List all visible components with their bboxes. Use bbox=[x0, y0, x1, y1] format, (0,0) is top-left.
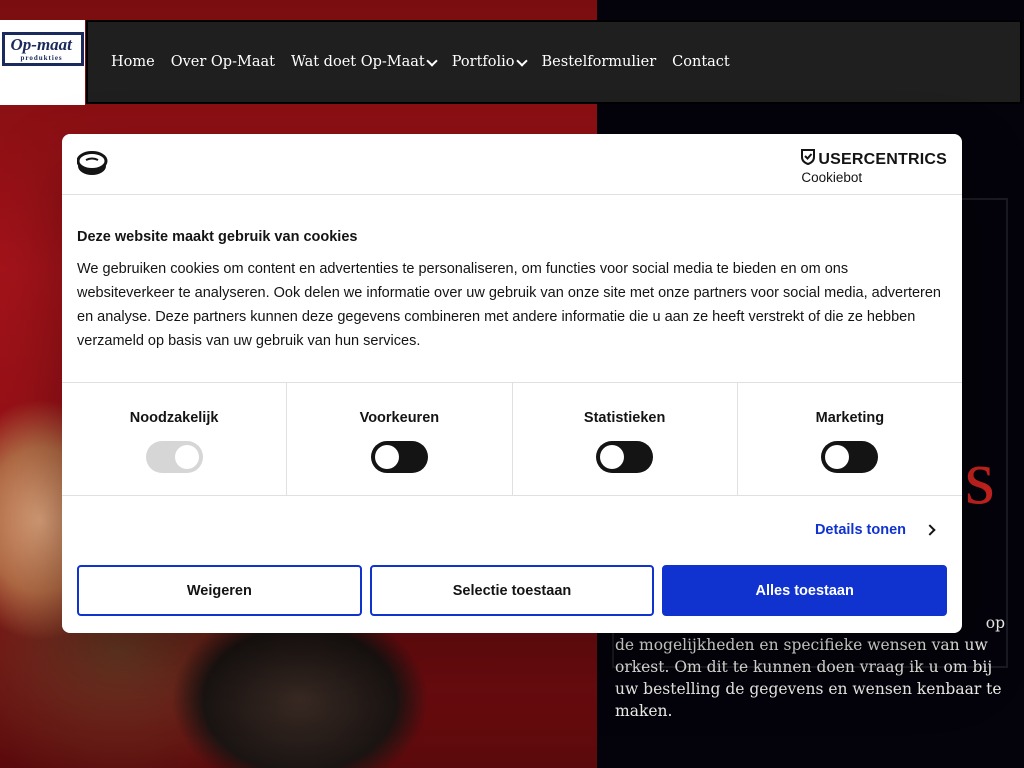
chevron-right-icon bbox=[924, 524, 936, 536]
nav-over-label: Over Op-Maat bbox=[170, 54, 275, 70]
dialog-actions: Weigeren Selectie toestaan Alles toestaa… bbox=[62, 565, 962, 616]
toggle-knob bbox=[600, 445, 625, 469]
brand-name: USERCENTRICS bbox=[818, 150, 947, 168]
category-label: Noodzakelijk bbox=[129, 410, 219, 426]
toggle-noodzakelijk bbox=[145, 441, 203, 473]
dialog-title: Deze website maakt gebruik van cookies bbox=[77, 229, 358, 245]
consent-categories: Noodzakelijk Voorkeuren Statistieken Mar… bbox=[62, 383, 962, 496]
details-label: Details tonen bbox=[814, 522, 906, 538]
cookie-icon bbox=[76, 151, 109, 182]
usercentrics-logo[interactable]: USERCENTRICS Cookiebot bbox=[801, 149, 947, 185]
nav-contact[interactable]: Contact bbox=[672, 54, 730, 70]
category-marketing: Marketing bbox=[738, 383, 962, 495]
logo-mark: Op-maat produkties bbox=[1, 32, 84, 66]
allow-selection-button[interactable]: Selectie toestaan bbox=[369, 565, 655, 616]
category-noodzakelijk: Noodzakelijk bbox=[62, 383, 288, 495]
logo-text: Op-maat bbox=[10, 35, 72, 54]
toggle-knob bbox=[825, 445, 850, 469]
nav-bestelformulier-label: Bestelformulier bbox=[541, 54, 657, 70]
nav-portfolio-label: Portfolio bbox=[451, 54, 515, 70]
dialog-description: We gebruiken cookies om content en adver… bbox=[77, 261, 941, 349]
toggle-knob bbox=[374, 445, 399, 469]
category-voorkeuren: Voorkeuren bbox=[287, 383, 513, 495]
toggle-voorkeuren[interactable] bbox=[370, 441, 428, 473]
nav-home[interactable]: Home bbox=[111, 54, 155, 70]
hero-paragraph: de mogelijkheden en specifieke wensen va… bbox=[615, 636, 1002, 720]
toggle-statistieken[interactable] bbox=[596, 441, 654, 473]
toggle-knob bbox=[174, 445, 199, 469]
toggle-marketing[interactable] bbox=[821, 441, 879, 473]
cookie-consent-dialog: USERCENTRICS Cookiebot Deze website maak… bbox=[62, 134, 962, 633]
site-logo[interactable]: Op-maat produkties bbox=[0, 20, 85, 105]
category-label: Marketing bbox=[815, 410, 885, 426]
nav-contact-label: Contact bbox=[672, 54, 730, 70]
allow-all-button[interactable]: Alles toestaan bbox=[662, 565, 948, 616]
category-label: Statistieken bbox=[583, 410, 666, 426]
nav-wat-doet-op-maat[interactable]: Wat doet Op-Maat bbox=[290, 54, 438, 70]
dialog-body: Deze website maakt gebruik van cookies W… bbox=[62, 195, 962, 383]
details-toggle-link[interactable]: Details tonen bbox=[814, 522, 936, 538]
dialog-header: USERCENTRICS Cookiebot bbox=[62, 134, 962, 195]
category-statistieken: Statistieken bbox=[513, 383, 738, 495]
nav-over-op-maat[interactable]: Over Op-Maat bbox=[171, 54, 275, 70]
brand-subtitle: Cookiebot bbox=[801, 170, 863, 185]
nav-portfolio[interactable]: Portfolio bbox=[451, 54, 528, 70]
reject-button[interactable]: Weigeren bbox=[77, 565, 362, 616]
logo-subtext: produkties bbox=[20, 54, 63, 62]
category-label: Voorkeuren bbox=[359, 410, 440, 426]
details-row: Details tonen bbox=[62, 496, 962, 565]
nav-bestelformulier[interactable]: Bestelformulier bbox=[542, 54, 657, 70]
shield-icon bbox=[801, 149, 816, 170]
nav-home-label: Home bbox=[111, 54, 155, 70]
chevron-down-icon bbox=[515, 54, 528, 67]
nav-wat-doet-label: Wat doet Op-Maat bbox=[290, 54, 425, 70]
chevron-down-icon bbox=[426, 54, 438, 67]
main-navigation: Home Over Op-Maat Wat doet Op-Maat Portf… bbox=[86, 20, 1022, 104]
